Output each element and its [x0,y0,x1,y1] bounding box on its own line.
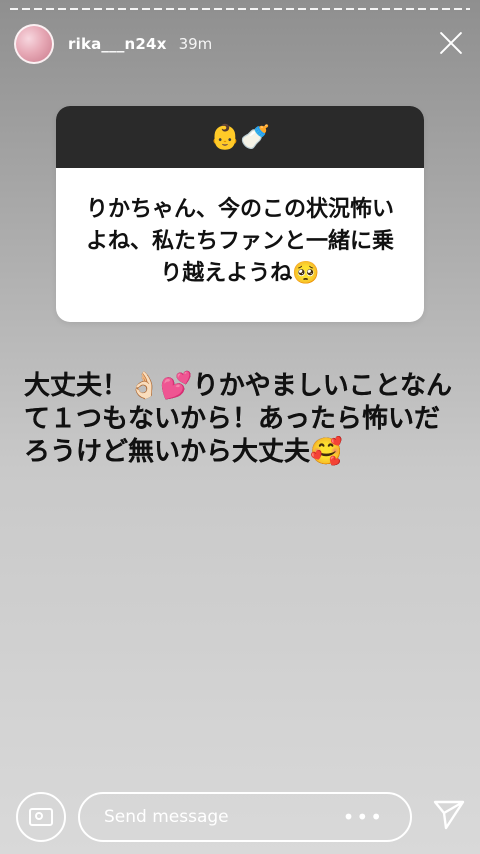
send-message-input[interactable] [102,806,336,828]
close-icon[interactable] [436,28,466,58]
username[interactable]: rika___n24x [68,35,167,53]
story-header: rika___n24x 39m [14,22,466,66]
question-text: りかちゃん、今のこの状況怖いよね、私たちファンと一緒に乗り越えようね🥺 [85,197,394,286]
question-header: 👶🍼 [56,106,424,168]
avatar[interactable] [14,24,54,64]
question-sticker: 👶🍼 りかちゃん、今のこの状況怖いよね、私たちファンと一緒に乗り越えようね🥺 [56,106,424,322]
more-options-icon[interactable]: ••• [343,805,384,829]
story-progress-bar [10,8,470,10]
timestamp: 39m [178,35,213,53]
reply-bar: ••• [0,792,480,844]
camera-button[interactable] [16,792,66,842]
answer-text: 大丈夫！👌🏻💕りかやましいことなんて１つもないから！あったら怖いだろうけど無いか… [24,371,452,467]
question-emoji: 👶🍼 [210,123,270,151]
send-icon[interactable] [432,798,466,832]
camera-icon [29,808,53,826]
send-message-field[interactable]: ••• [78,792,412,842]
